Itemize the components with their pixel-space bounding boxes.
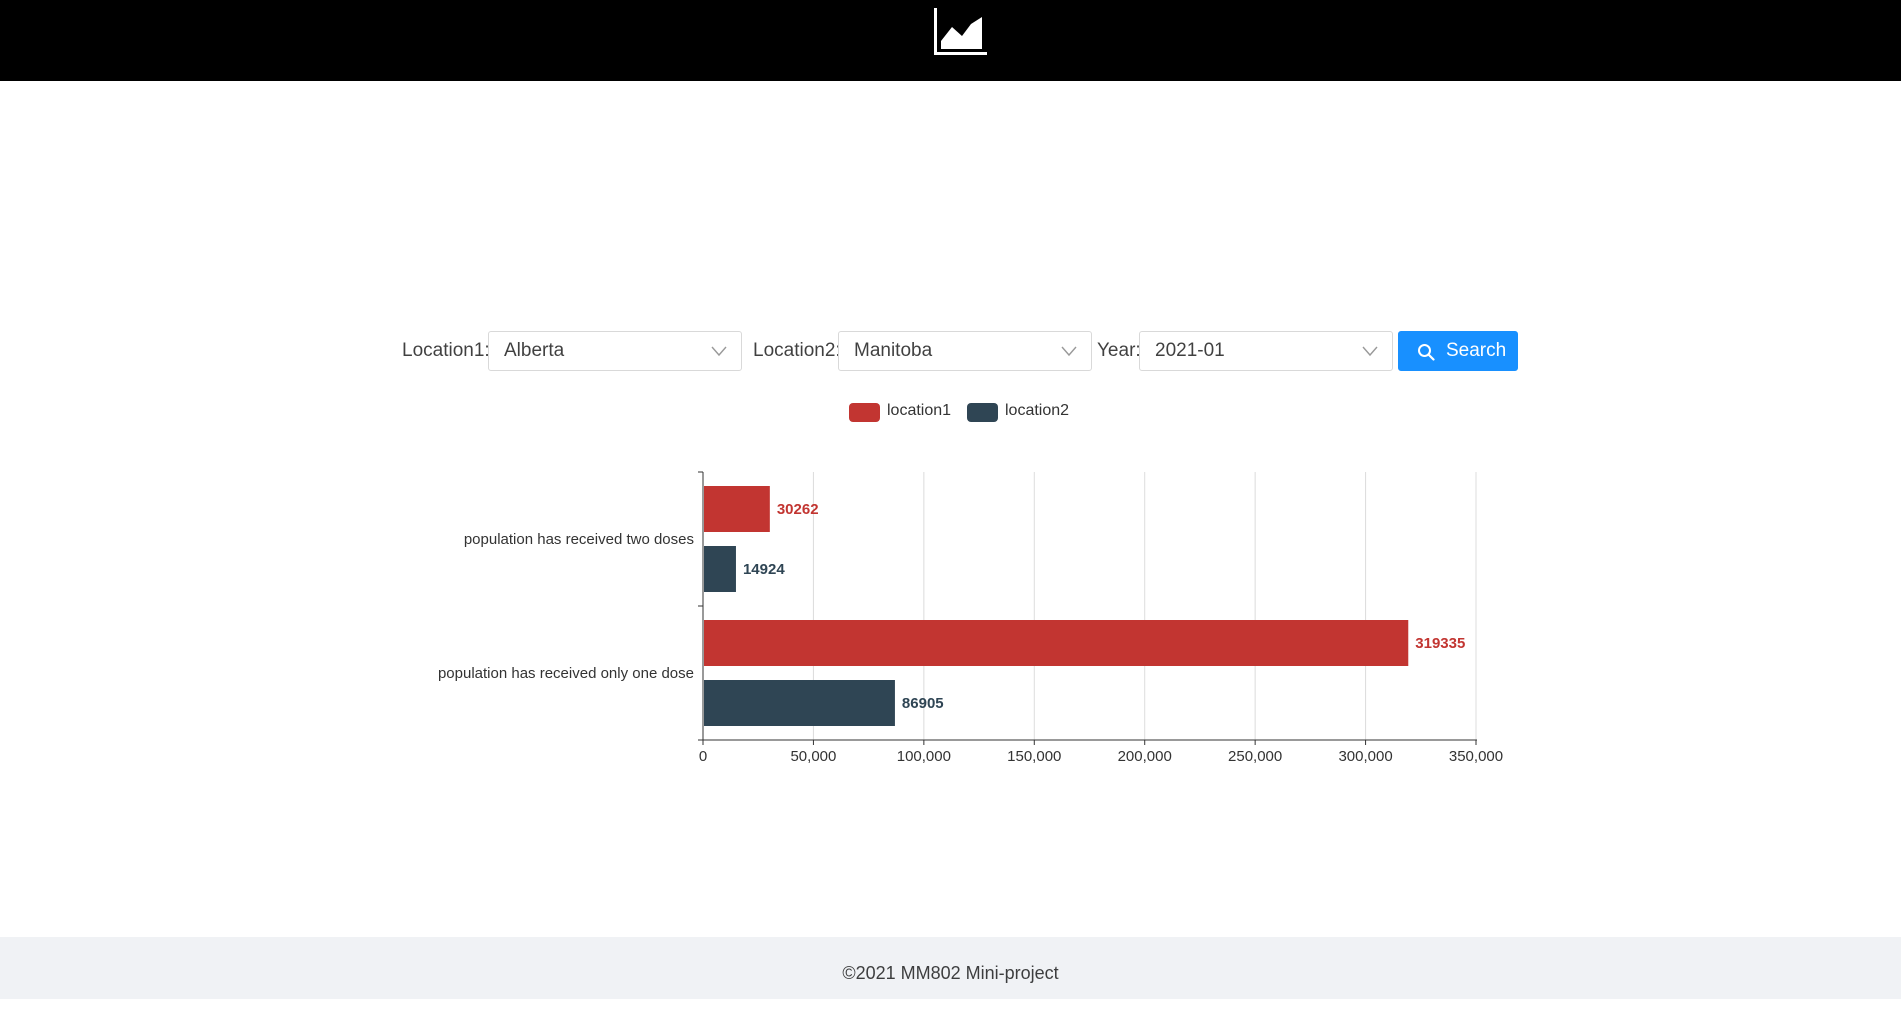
x-tick-label: 350,000 bbox=[1449, 748, 1503, 765]
bar-location1 bbox=[704, 620, 1409, 666]
data-label-location1: 30262 bbox=[777, 501, 819, 518]
data-label-location1: 319335 bbox=[1415, 635, 1465, 652]
x-tick-label: 50,000 bbox=[790, 748, 836, 765]
x-tick-label: 150,000 bbox=[1007, 748, 1061, 765]
y-category-label: population has received only one dose bbox=[438, 665, 694, 682]
x-tick-label: 200,000 bbox=[1118, 748, 1172, 765]
x-tick-label: 250,000 bbox=[1228, 748, 1282, 765]
data-label-location2: 86905 bbox=[902, 695, 944, 712]
data-label-location2: 14924 bbox=[743, 561, 785, 578]
x-tick-label: 100,000 bbox=[897, 748, 951, 765]
x-tick-label: 300,000 bbox=[1338, 748, 1392, 765]
x-tick-label: 0 bbox=[699, 748, 707, 765]
bar-location2 bbox=[704, 546, 736, 592]
bar-location2 bbox=[704, 680, 895, 726]
footer: ©2021 MM802 Mini-project bbox=[0, 937, 1901, 999]
bar-chart: 0 50,000 100,000 150,000 200,000 250,000 300,0… bbox=[438, 471, 1503, 765]
footer-text: ©2021 MM802 Mini-project bbox=[842, 963, 1059, 983]
bar-location1 bbox=[704, 486, 770, 532]
y-category-label: population has received two doses bbox=[464, 531, 694, 548]
